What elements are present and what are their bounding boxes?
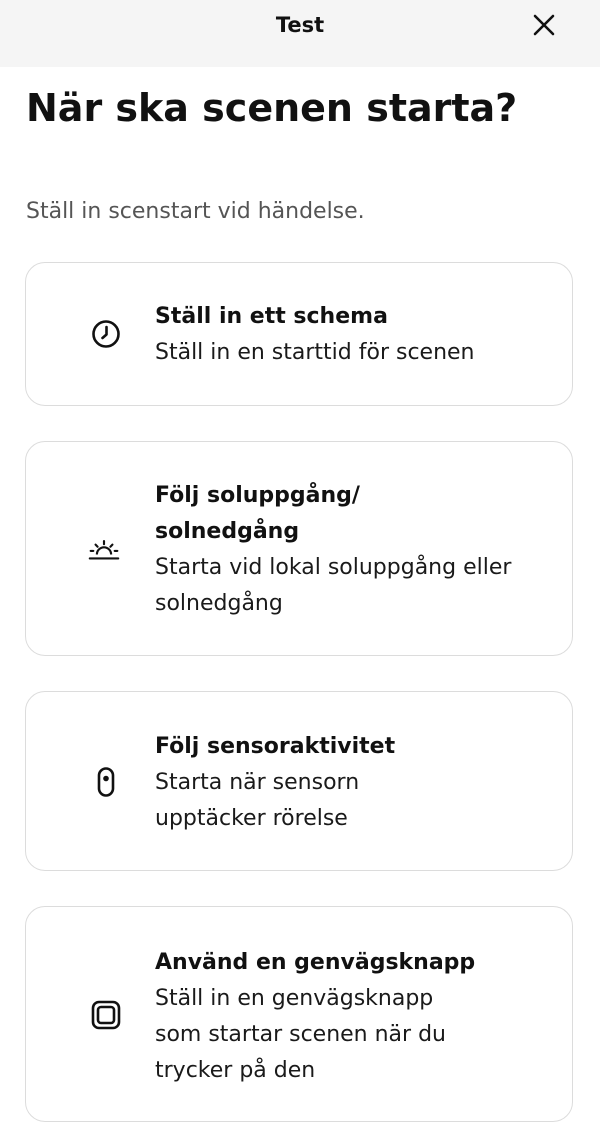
close-button[interactable]: [524, 6, 564, 44]
option-schedule[interactable]: Ställ in ett schema Ställ in en starttid…: [25, 262, 573, 406]
option-sunrise-sunset-description: Starta vid lokal soluppgång eller solned…: [155, 555, 512, 616]
top-bar: Test: [0, 0, 600, 67]
sunrise-icon: [88, 534, 120, 566]
motion-sensor-icon: [90, 766, 122, 798]
option-sunrise-sunset[interactable]: Följ soluppgång/ solnedgång Starta vid l…: [25, 441, 573, 656]
option-sunrise-sunset-title: Följ soluppgång/ solnedgång: [155, 483, 360, 544]
option-shortcut-button-description: Ställ in en genvägsknapp som startar sce…: [155, 986, 446, 1083]
option-sensor-text: Följ sensoraktivitet Starta när sensorn …: [155, 729, 565, 837]
option-sensor[interactable]: Följ sensoraktivitet Starta när sensorn …: [25, 691, 573, 871]
page-subtitle: Ställ in scenstart vid händelse.: [26, 199, 365, 224]
window-title: Test: [275, 13, 325, 37]
option-shortcut-button-text: Använd en genvägsknapp Ställ in en genvä…: [155, 945, 565, 1089]
option-sensor-description: Starta när sensorn upptäcker rörelse: [155, 770, 360, 831]
page-title: När ska scenen starta?: [26, 86, 518, 130]
option-shortcut-button-title: Använd en genvägsknapp: [155, 950, 476, 975]
option-schedule-description: Ställ in en starttid för scenen: [155, 340, 475, 365]
shortcut-button-icon: [90, 999, 122, 1031]
clock-icon: [90, 318, 122, 350]
option-schedule-text: Ställ in ett schema Ställ in en starttid…: [155, 299, 565, 371]
option-sensor-title: Följ sensoraktivitet: [155, 734, 396, 759]
option-schedule-title: Ställ in ett schema: [155, 304, 388, 329]
option-shortcut-button[interactable]: Använd en genvägsknapp Ställ in en genvä…: [25, 906, 573, 1122]
close-icon: [533, 14, 555, 36]
option-sunrise-sunset-text: Följ soluppgång/ solnedgång Starta vid l…: [155, 478, 565, 622]
